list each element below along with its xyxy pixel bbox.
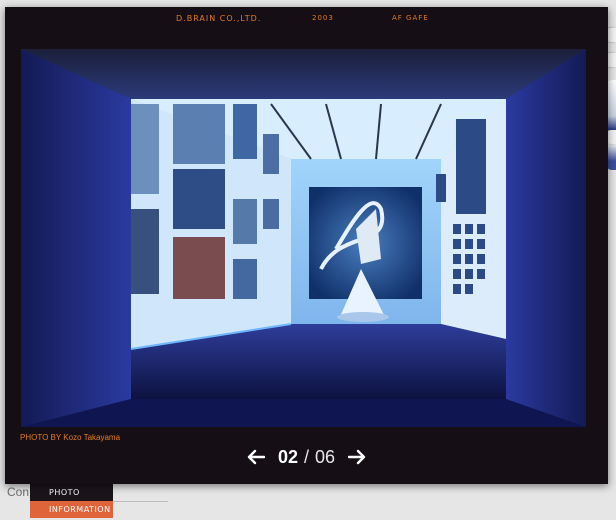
previous-arrow-icon[interactable]: [246, 447, 266, 467]
next-arrow-icon[interactable]: [347, 447, 367, 467]
gallery-photo: [21, 49, 586, 427]
gallery-pager: 02 / 06: [5, 443, 608, 471]
nav-photo[interactable]: PHOTO: [30, 484, 113, 501]
total-pages: 06: [315, 446, 336, 467]
page-separator: /: [303, 446, 309, 467]
current-page: 02: [277, 446, 298, 467]
project-year: 2003: [312, 14, 334, 22]
project-title: AF GAFE: [392, 14, 429, 22]
nav-information[interactable]: INFORMATION: [30, 501, 113, 518]
lightbox-header: D.BRAIN CO.,LTD. 2003 AF GAFE: [5, 7, 608, 29]
background-nav: PHOTO INFORMATION: [30, 484, 113, 518]
page-counter: 02 / 06: [278, 447, 335, 468]
photo-credit: PHOTO BY Kozo Takayama: [20, 433, 121, 442]
exhibition-room-image: [21, 49, 586, 427]
lightbox: D.BRAIN CO.,LTD. 2003 AF GAFE PHOTO BY K…: [5, 7, 608, 484]
company-name: D.BRAIN CO.,LTD.: [176, 14, 262, 23]
background-partial-text: Con: [7, 485, 30, 499]
